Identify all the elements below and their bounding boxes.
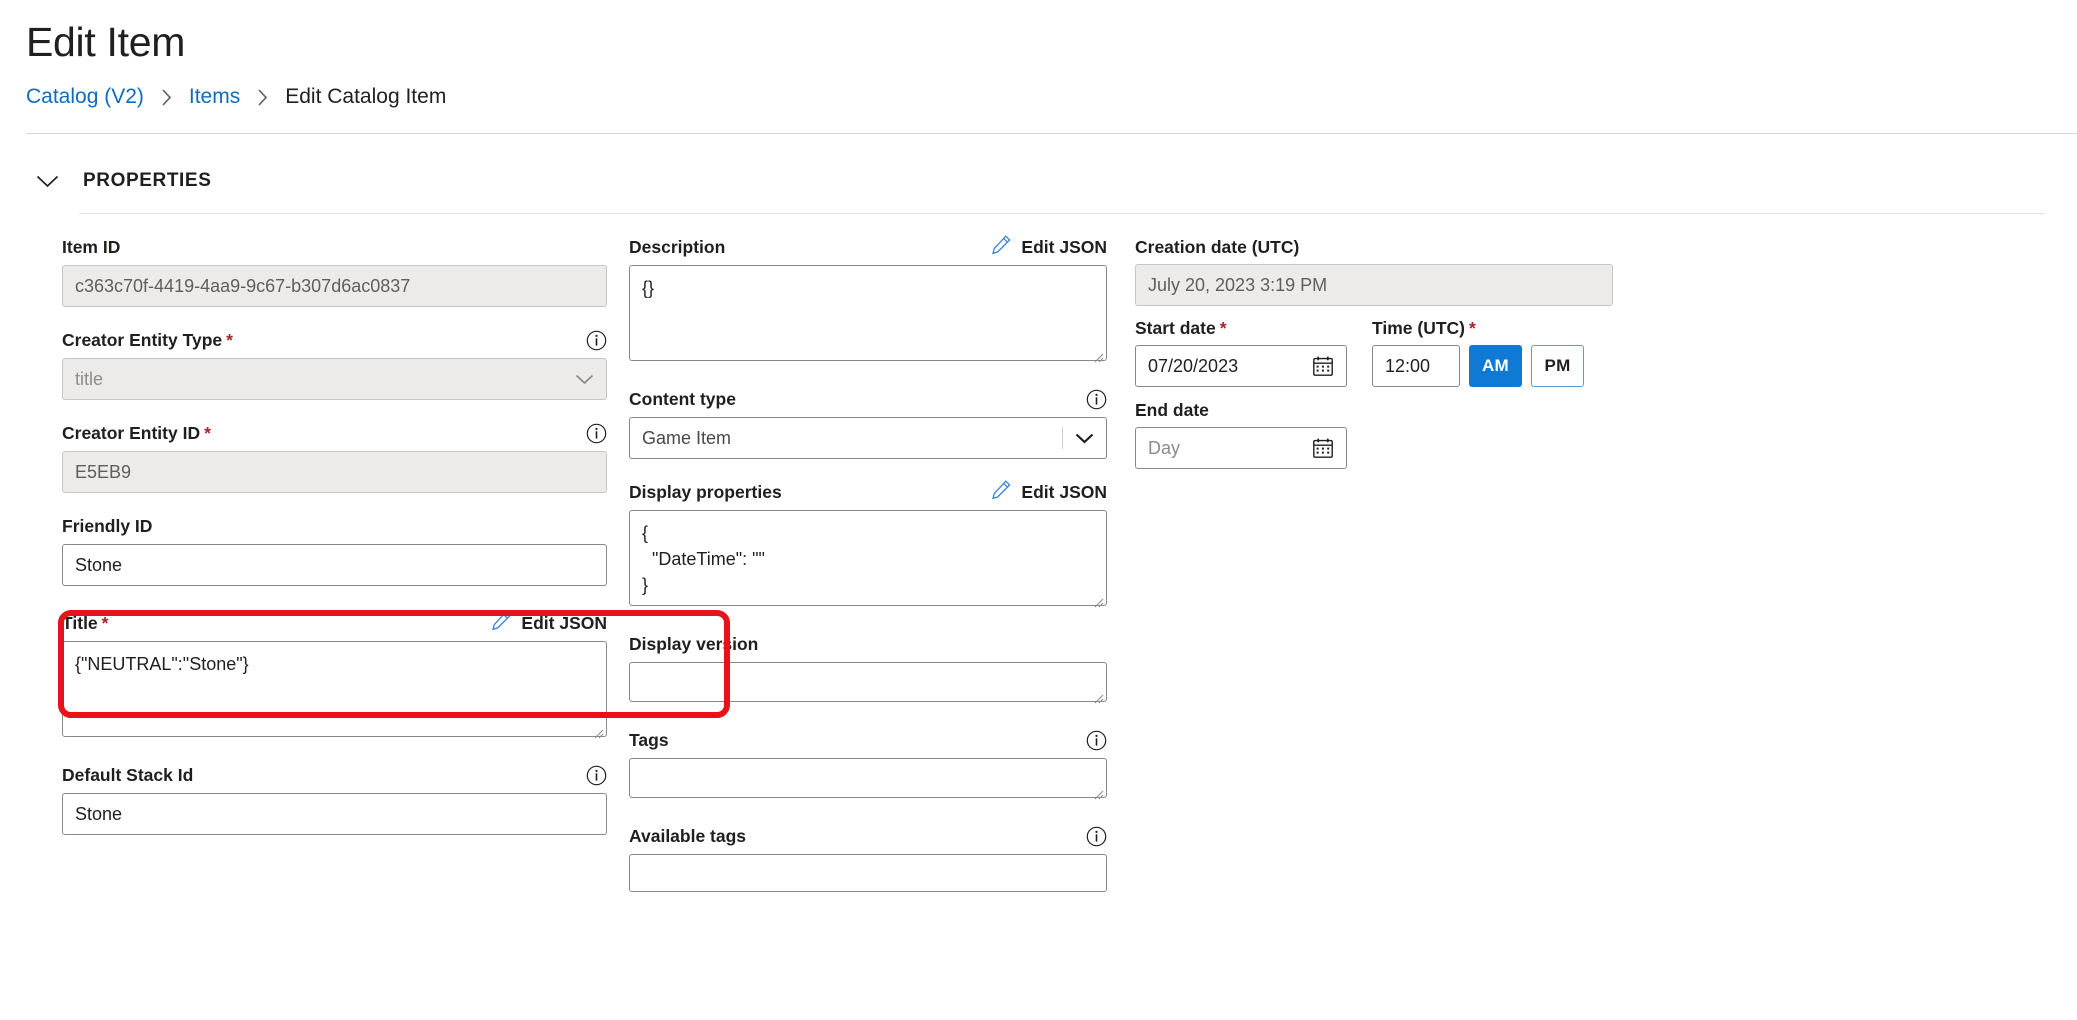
input-start-date[interactable]: 07/20/2023: [1135, 345, 1347, 387]
required-marker: *: [226, 330, 233, 350]
input-item-id: c363c70f-4419-4aa9-9c67-b307d6ac0837: [62, 265, 607, 307]
field-title: Title* Edit JSON {"NEUTRAL":"Stone"}: [62, 612, 607, 742]
field-description: Description Edit JSON {}: [629, 236, 1107, 366]
field-display-properties: Display properties Edit JSON { "DateTime…: [629, 481, 1107, 611]
label-default-stack-id: Default Stack Id: [62, 765, 193, 786]
select-content-type-value: Game Item: [642, 428, 1062, 449]
pencil-icon: [491, 610, 512, 636]
breadcrumb-separator-icon: [257, 89, 268, 106]
edit-json-label: Edit JSON: [1021, 237, 1107, 258]
pencil-icon: [991, 479, 1012, 505]
page-title: Edit Item: [26, 18, 2077, 67]
left-column: Item ID c363c70f-4419-4aa9-9c67-b307d6ac…: [62, 236, 607, 919]
required-marker: *: [102, 613, 109, 633]
select-creator-entity-type: title: [62, 358, 607, 400]
start-date-value: 07/20/2023: [1148, 356, 1312, 377]
start-date-time-row: Start date* 07/20/2023: [1135, 317, 1613, 387]
pm-button[interactable]: PM: [1531, 345, 1584, 387]
input-creation-date: July 20, 2023 3:19 PM: [1135, 264, 1613, 306]
label-content-type: Content type: [629, 389, 736, 410]
end-date-row: End date Day: [1135, 399, 1613, 469]
label-creator-entity-type: Creator Entity Type*: [62, 330, 233, 351]
textarea-title[interactable]: {"NEUTRAL":"Stone"}: [62, 641, 607, 737]
field-creator-entity-type: Creator Entity Type* title: [62, 329, 607, 400]
textarea-description[interactable]: {}: [629, 265, 1107, 361]
breadcrumb-item-current: Edit Catalog Item: [285, 85, 446, 109]
edit-json-button-display-properties[interactable]: Edit JSON: [991, 479, 1107, 505]
field-end-date: End date Day: [1135, 399, 1347, 469]
label-start-date: Start date*: [1135, 318, 1227, 339]
chevron-down-icon[interactable]: [36, 175, 59, 188]
field-display-version: Display version: [629, 633, 1107, 707]
field-content-type: Content type Game Item: [629, 388, 1107, 459]
field-available-tags: Available tags: [629, 825, 1107, 897]
input-friendly-id[interactable]: [62, 544, 607, 586]
edit-json-label: Edit JSON: [521, 613, 607, 634]
label-available-tags: Available tags: [629, 826, 746, 847]
breadcrumb-separator-icon: [161, 89, 172, 106]
edit-json-button-title[interactable]: Edit JSON: [491, 610, 607, 636]
info-circle-icon[interactable]: [586, 330, 607, 351]
info-circle-icon[interactable]: [586, 423, 607, 444]
label-description: Description: [629, 237, 725, 258]
required-marker: *: [1469, 318, 1476, 338]
label-title: Title*: [62, 613, 108, 634]
info-circle-icon[interactable]: [1086, 826, 1107, 847]
label-friendly-id: Friendly ID: [62, 516, 152, 537]
section-title: PROPERTIES: [83, 170, 211, 192]
input-creator-entity-id: E5EB9: [62, 451, 607, 493]
chevron-down-icon[interactable]: [1075, 433, 1094, 444]
info-circle-icon[interactable]: [1086, 389, 1107, 410]
required-marker: *: [204, 423, 211, 443]
info-circle-icon[interactable]: [1086, 730, 1107, 751]
breadcrumb: Catalog (V2) Items Edit Catalog Item: [26, 85, 2077, 109]
field-tags: Tags: [629, 729, 1107, 803]
label-end-date: End date: [1135, 400, 1209, 421]
end-date-placeholder: Day: [1148, 438, 1312, 459]
properties-section-header[interactable]: PROPERTIES: [0, 134, 2077, 192]
right-column: Creation date (UTC) July 20, 2023 3:19 P…: [1135, 236, 1613, 919]
label-display-properties: Display properties: [629, 482, 782, 503]
textarea-display-properties[interactable]: { "DateTime": "" }: [629, 510, 1107, 606]
label-creation-date: Creation date (UTC): [1135, 237, 1299, 258]
edit-json-button-description[interactable]: Edit JSON: [991, 234, 1107, 260]
field-creation-date: Creation date (UTC) July 20, 2023 3:19 P…: [1135, 236, 1613, 306]
calendar-icon[interactable]: [1312, 355, 1334, 377]
breadcrumb-item-catalog[interactable]: Catalog (V2): [26, 85, 144, 109]
select-creator-entity-type-value: title: [75, 369, 575, 390]
label-item-id: Item ID: [62, 237, 120, 258]
pencil-icon: [991, 234, 1012, 260]
required-marker: *: [1220, 318, 1227, 338]
field-friendly-id: Friendly ID: [62, 515, 607, 586]
chevron-down-icon: [575, 374, 594, 385]
properties-form: Item ID c363c70f-4419-4aa9-9c67-b307d6ac…: [0, 214, 2077, 919]
label-creator-entity-id: Creator Entity ID*: [62, 423, 211, 444]
middle-column: Description Edit JSON {} Content type: [629, 236, 1107, 919]
field-item-id: Item ID c363c70f-4419-4aa9-9c67-b307d6ac…: [62, 236, 607, 307]
am-button[interactable]: AM: [1469, 345, 1522, 387]
input-time-utc[interactable]: [1372, 345, 1460, 387]
breadcrumb-item-items[interactable]: Items: [189, 85, 240, 109]
input-end-date[interactable]: Day: [1135, 427, 1347, 469]
field-default-stack-id: Default Stack Id: [62, 764, 607, 835]
textarea-tags[interactable]: [629, 758, 1107, 798]
select-content-type[interactable]: Game Item: [629, 417, 1107, 459]
label-time-utc: Time (UTC)*: [1372, 318, 1476, 339]
info-circle-icon[interactable]: [586, 765, 607, 786]
field-start-date: Start date* 07/20/2023: [1135, 317, 1347, 387]
field-creator-entity-id: Creator Entity ID* E5EB9: [62, 422, 607, 493]
page-header: Edit Item Catalog (V2) Items Edit Catalo…: [0, 0, 2077, 134]
field-time-utc: Time (UTC)* AM PM: [1372, 317, 1584, 387]
label-tags: Tags: [629, 730, 669, 751]
label-display-version: Display version: [629, 634, 758, 655]
select-divider: [1062, 427, 1063, 449]
textarea-display-version[interactable]: [629, 662, 1107, 702]
calendar-icon[interactable]: [1312, 437, 1334, 459]
textarea-available-tags[interactable]: [629, 854, 1107, 892]
input-default-stack-id[interactable]: [62, 793, 607, 835]
edit-json-label: Edit JSON: [1021, 482, 1107, 503]
